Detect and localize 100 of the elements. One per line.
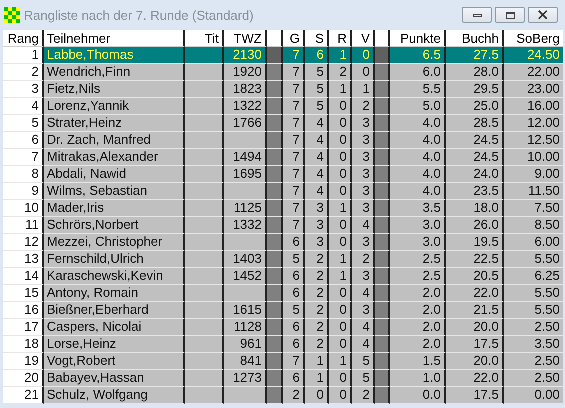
table-cell: 4 bbox=[352, 336, 375, 353]
maximize-button[interactable] bbox=[495, 7, 525, 23]
player-name-cell[interactable]: Antony, Romain bbox=[44, 285, 185, 302]
rank-cell: 5 bbox=[3, 115, 44, 132]
rank-cell: 2 bbox=[3, 64, 44, 81]
table-cell: 0 bbox=[329, 149, 352, 166]
column-header[interactable]: G bbox=[283, 30, 305, 47]
table-cell: 7.50 bbox=[504, 200, 563, 217]
column-header[interactable]: TWZ bbox=[224, 30, 267, 47]
player-name-cell[interactable]: Wendrich,Finn bbox=[44, 64, 185, 81]
table-cell: 7 bbox=[283, 166, 305, 183]
rank-cell: 16 bbox=[3, 302, 44, 319]
table-cell: 1 bbox=[329, 268, 352, 285]
player-name-cell[interactable]: Fernschild,Ulrich bbox=[44, 251, 185, 268]
table-cell: 9.00 bbox=[504, 166, 563, 183]
table-cell: 7 bbox=[283, 217, 305, 234]
rank-cell: 21 bbox=[3, 387, 44, 404]
table-cell: 17.5 bbox=[446, 336, 504, 353]
rating-cell: 1128 bbox=[224, 319, 267, 336]
rank-cell: 4 bbox=[3, 98, 44, 115]
column-header[interactable]: R bbox=[329, 30, 352, 47]
column-header[interactable]: Punkte bbox=[390, 30, 446, 47]
table-cell: 4.0 bbox=[390, 166, 446, 183]
table-cell: 6 bbox=[283, 319, 305, 336]
player-name-cell[interactable]: Schulz, Wolfgang bbox=[44, 387, 185, 404]
table-cell: 6 bbox=[283, 285, 305, 302]
table-cell: 22.0 bbox=[446, 285, 504, 302]
player-name-cell[interactable]: Vogt,Robert bbox=[44, 353, 185, 370]
player-name-cell[interactable]: Lorse,Heinz bbox=[44, 336, 185, 353]
player-name-cell[interactable]: Karaschewski,Kevin bbox=[44, 268, 185, 285]
table-cell: 6.25 bbox=[504, 268, 563, 285]
player-name-cell[interactable]: Mader,Iris bbox=[44, 200, 185, 217]
column-header[interactable]: Rang bbox=[3, 30, 44, 47]
table-cell: 0 bbox=[352, 47, 375, 64]
player-name-cell[interactable]: Schrörs,Norbert bbox=[44, 217, 185, 234]
table-cell: 2 bbox=[305, 319, 329, 336]
table-cell: 2 bbox=[352, 98, 375, 115]
player-name-cell[interactable]: Mezzei, Christopher bbox=[44, 234, 185, 251]
table-cell: 2.50 bbox=[504, 370, 563, 387]
table-cell: 12.50 bbox=[504, 132, 563, 149]
table-cell: 1 bbox=[329, 200, 352, 217]
table-cell: 1 bbox=[329, 353, 352, 370]
table-cell: 0 bbox=[329, 285, 352, 302]
rating-cell: 2130 bbox=[224, 47, 267, 64]
table-cell: 5 bbox=[305, 81, 329, 98]
table-cell: 25.0 bbox=[446, 98, 504, 115]
table-cell: 2.50 bbox=[504, 353, 563, 370]
window-title: Rangliste nach der 7. Runde (Standard) bbox=[24, 8, 255, 22]
table-cell: 4.0 bbox=[390, 183, 446, 200]
table-cell: 24.50 bbox=[504, 47, 563, 64]
rank-cell: 1 bbox=[3, 47, 44, 64]
table-cell: 4 bbox=[305, 166, 329, 183]
player-name-cell[interactable]: Bießner,Eberhard bbox=[44, 302, 185, 319]
minimize-button[interactable] bbox=[462, 7, 492, 23]
rank-cell: 13 bbox=[3, 251, 44, 268]
table-cell: 2 bbox=[305, 302, 329, 319]
player-name-cell[interactable]: Labbe,Thomas bbox=[44, 47, 185, 64]
player-name-cell[interactable]: Wilms, Sebastian bbox=[44, 183, 185, 200]
player-name-cell[interactable]: Dr. Zach, Manfred bbox=[44, 132, 185, 149]
table-cell: 5 bbox=[352, 353, 375, 370]
player-name-cell[interactable]: Abdali, Nawid bbox=[44, 166, 185, 183]
table-cell: 2.0 bbox=[390, 336, 446, 353]
table-cell: 3 bbox=[352, 115, 375, 132]
table-cell: 1 bbox=[352, 81, 375, 98]
table-cell: 4 bbox=[305, 183, 329, 200]
table-cell: 2 bbox=[305, 251, 329, 268]
player-name-cell[interactable]: Caspers, Nicolai bbox=[44, 319, 185, 336]
table-cell: 0 bbox=[329, 336, 352, 353]
player-name-cell[interactable]: Strater,Heinz bbox=[44, 115, 185, 132]
player-name-cell[interactable]: Mitrakas,Alexander bbox=[44, 149, 185, 166]
column-header[interactable]: Buchh bbox=[446, 30, 504, 47]
column-header[interactable]: S bbox=[305, 30, 329, 47]
table-cell: 3 bbox=[305, 200, 329, 217]
table-cell: 3 bbox=[352, 166, 375, 183]
table-cell: 2 bbox=[352, 251, 375, 268]
column-header[interactable]: Tit bbox=[185, 30, 224, 47]
rating-cell: 1695 bbox=[224, 166, 267, 183]
table-cell: 1.0 bbox=[390, 370, 446, 387]
player-name-cell[interactable]: Lorenz,Yannik bbox=[44, 98, 185, 115]
table-cell: 3 bbox=[352, 234, 375, 251]
table-cell: 4 bbox=[352, 285, 375, 302]
table-cell: 26.0 bbox=[446, 217, 504, 234]
table-cell: 18.0 bbox=[446, 200, 504, 217]
player-name-cell[interactable]: Babayev,Hassan bbox=[44, 370, 185, 387]
table-cell: 20.0 bbox=[446, 319, 504, 336]
table-cell: 0 bbox=[329, 115, 352, 132]
table-cell: 7 bbox=[283, 149, 305, 166]
table-cell: 3 bbox=[352, 200, 375, 217]
table-cell: 1 bbox=[305, 370, 329, 387]
table-cell: 0 bbox=[329, 302, 352, 319]
player-name-cell[interactable]: Fietz,Nils bbox=[44, 81, 185, 98]
close-button[interactable] bbox=[528, 7, 558, 23]
column-header[interactable]: Teilnehmer bbox=[44, 30, 185, 47]
table-cell: 2.0 bbox=[390, 319, 446, 336]
table-cell: 17.5 bbox=[446, 387, 504, 404]
table-cell: 6 bbox=[283, 370, 305, 387]
table-cell: 2 bbox=[305, 268, 329, 285]
table-cell: 22.00 bbox=[504, 64, 563, 81]
table-cell: 4 bbox=[352, 217, 375, 234]
column-header[interactable]: V bbox=[352, 30, 375, 47]
